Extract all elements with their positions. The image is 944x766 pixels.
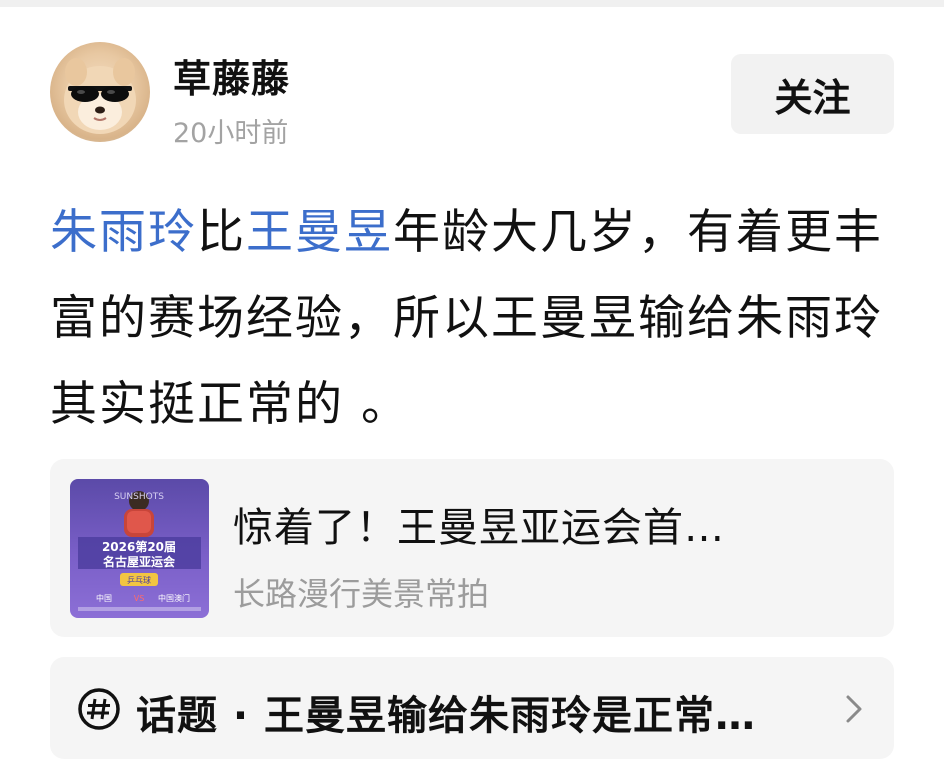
topic-label: 话题 · 王曼昱输给朱雨玲是正常…: [136, 693, 757, 739]
topic-bar[interactable]: 话题 · 王曼昱输给朱雨玲是正常…: [50, 657, 894, 759]
link-card[interactable]: SUNSHOTS 2026第20届 名古屋亚运会 乒乓球 中国 VS 中国澳门 …: [50, 459, 894, 637]
follow-button[interactable]: 关注: [731, 54, 894, 134]
author-name[interactable]: 草藤藤: [173, 48, 290, 103]
mention-link[interactable]: 朱雨玲: [50, 205, 197, 260]
top-divider: [0, 0, 944, 7]
thumb-headline: 2026第20届: [102, 539, 176, 554]
post-text: 比: [197, 205, 246, 260]
thumb-tag: 乒乓球: [127, 575, 151, 585]
card-source: 长路漫行美景常拍: [233, 575, 490, 613]
thumb-subheadline: 名古屋亚运会: [103, 554, 176, 569]
mention-link[interactable]: 王曼昱: [246, 205, 393, 260]
thumb-top-text: SUNSHOTS: [114, 492, 164, 502]
post-body: 朱雨玲比王曼昱年龄大几岁，有着更丰富的赛场经验，所以王曼昱输给朱雨玲其实挺正常的…: [50, 190, 900, 448]
thumb-right-team: 中国澳门: [158, 593, 190, 603]
card-thumbnail: SUNSHOTS 2026第20届 名古屋亚运会 乒乓球 中国 VS 中国澳门: [70, 479, 209, 618]
avatar[interactable]: [50, 42, 150, 142]
hashtag-icon: [78, 688, 120, 730]
thumbnail-image: SUNSHOTS 2026第20届 名古屋亚运会 乒乓球 中国 VS 中国澳门: [78, 491, 201, 611]
post-timestamp: 20小时前: [173, 118, 289, 149]
chevron-right-icon: [846, 695, 862, 723]
thumb-left-team: 中国: [96, 593, 112, 603]
dog-avatar-icon: [64, 58, 136, 134]
card-title: 惊着了！王曼昱亚运会首…: [233, 505, 725, 551]
thumb-vs: VS: [134, 594, 145, 603]
